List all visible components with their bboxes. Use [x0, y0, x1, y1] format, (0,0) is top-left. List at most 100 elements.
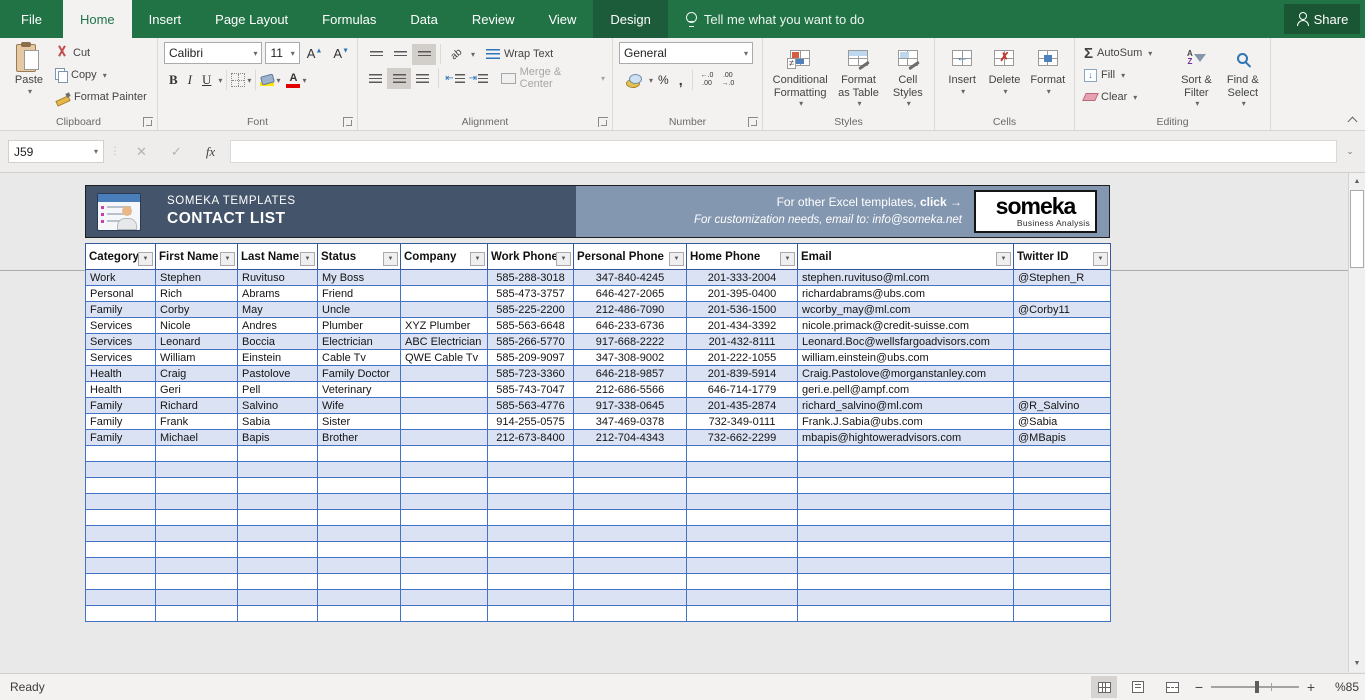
- filter-dropdown-button[interactable]: ▼: [470, 252, 485, 266]
- cell[interactable]: ABC Electrician: [400, 333, 488, 350]
- align-center-button[interactable]: [387, 67, 411, 89]
- filter-dropdown-button[interactable]: ▼: [220, 252, 235, 266]
- column-header[interactable]: Company ▼: [400, 243, 488, 270]
- cell[interactable]: @R_Salvino: [1013, 397, 1111, 414]
- cell[interactable]: Health: [85, 381, 156, 398]
- cell[interactable]: [400, 557, 488, 574]
- italic-button[interactable]: I: [183, 71, 197, 89]
- cell[interactable]: [400, 461, 488, 478]
- tab-file[interactable]: File: [0, 0, 63, 38]
- cell[interactable]: [1013, 605, 1111, 622]
- fill-arrow[interactable]: ▾: [1121, 71, 1125, 80]
- cell[interactable]: [400, 381, 488, 398]
- cell[interactable]: [400, 365, 488, 382]
- cell[interactable]: william.einstein@ubs.com: [797, 349, 1014, 366]
- cell[interactable]: [400, 477, 488, 494]
- share-button[interactable]: Share: [1284, 4, 1360, 34]
- cell[interactable]: 212-673-8400: [487, 429, 574, 446]
- zoom-level-label[interactable]: %85: [1325, 680, 1359, 694]
- cell[interactable]: [487, 557, 574, 574]
- cell[interactable]: richard_salvino@ml.com: [797, 397, 1014, 414]
- fill-button[interactable]: ↓ Fill ▾: [1081, 64, 1173, 86]
- scrollbar-thumb[interactable]: [1350, 190, 1364, 268]
- cell[interactable]: Family: [85, 413, 156, 430]
- formula-bar-grip[interactable]: ⋮: [110, 146, 121, 157]
- cell[interactable]: [400, 397, 488, 414]
- cell[interactable]: 201-395-0400: [686, 285, 798, 302]
- cell[interactable]: Services: [85, 349, 156, 366]
- tab-page-layout[interactable]: Page Layout: [198, 0, 305, 38]
- cell[interactable]: [1013, 477, 1111, 494]
- cell[interactable]: Michael: [155, 429, 238, 446]
- comma-style-button[interactable]: ,: [674, 71, 688, 89]
- cell[interactable]: [487, 493, 574, 510]
- filter-dropdown-button[interactable]: ▼: [669, 252, 684, 266]
- cell[interactable]: nicole.primack@credit-suisse.com: [797, 317, 1014, 334]
- zoom-out-button[interactable]: −: [1193, 679, 1205, 695]
- cell[interactable]: 585-473-3757: [487, 285, 574, 302]
- banner-promo-line1[interactable]: For other Excel templates, click →: [694, 193, 962, 212]
- cut-button[interactable]: Cut: [52, 42, 150, 64]
- cell[interactable]: [1013, 381, 1111, 398]
- cell[interactable]: [237, 525, 318, 542]
- cell[interactable]: [237, 573, 318, 590]
- column-header[interactable]: Status ▼: [317, 243, 401, 270]
- align-left-button[interactable]: [364, 68, 387, 89]
- cell[interactable]: [237, 605, 318, 622]
- cell[interactable]: [155, 589, 238, 606]
- tab-design[interactable]: Design: [593, 0, 668, 38]
- enter-button[interactable]: ✓: [162, 144, 191, 160]
- cell[interactable]: 585-225-2200: [487, 301, 574, 318]
- cell[interactable]: Richard: [155, 397, 238, 414]
- cell[interactable]: [573, 493, 687, 510]
- cell[interactable]: [573, 445, 687, 462]
- fill-color-button[interactable]: [259, 72, 275, 86]
- cell[interactable]: [487, 525, 574, 542]
- cell[interactable]: 585-563-6648: [487, 317, 574, 334]
- cell[interactable]: [85, 445, 156, 462]
- cell[interactable]: 585-723-3360: [487, 365, 574, 382]
- cell[interactable]: 585-266-5770: [487, 333, 574, 350]
- cell[interactable]: [487, 509, 574, 526]
- cell[interactable]: 917-338-0645: [573, 397, 687, 414]
- cell[interactable]: Personal: [85, 285, 156, 302]
- borders-button[interactable]: [231, 73, 246, 87]
- cell[interactable]: [573, 461, 687, 478]
- cell[interactable]: Bapis: [237, 429, 318, 446]
- cell[interactable]: [573, 605, 687, 622]
- cell[interactable]: [317, 541, 401, 558]
- cell[interactable]: [400, 493, 488, 510]
- tab-insert[interactable]: Insert: [132, 0, 199, 38]
- borders-dropdown-arrow[interactable]: ▾: [247, 76, 251, 85]
- vertical-scrollbar[interactable]: ▲ ▼: [1348, 173, 1365, 672]
- cell[interactable]: 646-233-6736: [573, 317, 687, 334]
- format-as-table-button[interactable]: Format as Table ▾: [831, 42, 885, 114]
- copy-dropdown-arrow[interactable]: ▾: [103, 71, 107, 80]
- cell[interactable]: [237, 589, 318, 606]
- paste-button[interactable]: Paste ▾: [6, 42, 52, 114]
- cell[interactable]: [317, 525, 401, 542]
- cell[interactable]: Family Doctor: [317, 365, 401, 382]
- cell[interactable]: [1013, 349, 1111, 366]
- cell[interactable]: [85, 493, 156, 510]
- tab-review[interactable]: Review: [455, 0, 532, 38]
- cell[interactable]: [487, 541, 574, 558]
- tab-home[interactable]: Home: [62, 0, 132, 38]
- cell[interactable]: [400, 573, 488, 590]
- cell[interactable]: 201-432-8111: [686, 333, 798, 350]
- tell-me-box[interactable]: Tell me what you want to do: [685, 0, 864, 38]
- font-name-combo[interactable]: Calibri ▾: [164, 42, 263, 64]
- cell[interactable]: 201-839-5914: [686, 365, 798, 382]
- filter-dropdown-button[interactable]: ▼: [300, 252, 315, 266]
- cell[interactable]: [797, 493, 1014, 510]
- cell[interactable]: 201-434-3392: [686, 317, 798, 334]
- cell[interactable]: [487, 477, 574, 494]
- cell[interactable]: [400, 413, 488, 430]
- cell-styles-button[interactable]: Cell Styles ▾: [886, 42, 930, 114]
- cell[interactable]: [237, 461, 318, 478]
- autosum-arrow[interactable]: ▾: [1148, 49, 1152, 58]
- cell[interactable]: @Corby11: [1013, 301, 1111, 318]
- cell[interactable]: [1013, 557, 1111, 574]
- cell[interactable]: Leonard.Boc@wellsfargoadvisors.com: [797, 333, 1014, 350]
- wrap-text-button[interactable]: Wrap Text: [483, 43, 556, 65]
